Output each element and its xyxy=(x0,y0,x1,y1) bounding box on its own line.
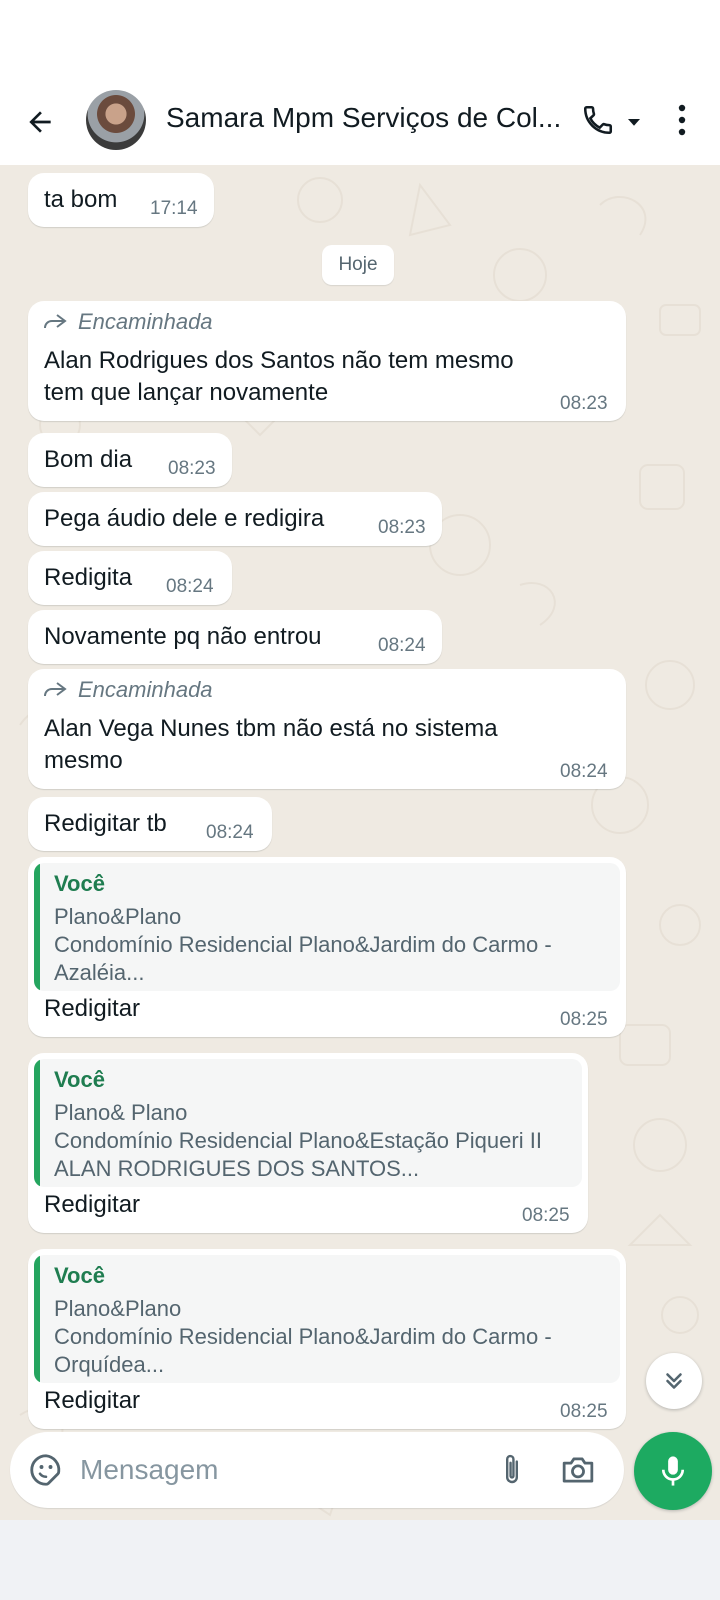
paperclip-icon xyxy=(506,1454,519,1484)
status-bar-area xyxy=(0,0,720,80)
reply-message-bubble[interactable]: Você Plano& Plano Condomínio Residencial… xyxy=(28,1053,588,1233)
message-bubble[interactable]: Bom dia 08:23 xyxy=(28,433,232,487)
message-text: Redigitar xyxy=(44,995,141,1022)
avatar[interactable] xyxy=(86,90,146,150)
quote-author: Você xyxy=(54,871,105,896)
date-separator: Hoje xyxy=(322,245,394,285)
message-time: 08:24 xyxy=(166,576,214,597)
quote-line: Plano&Plano xyxy=(54,904,182,929)
message-bubble[interactable]: Encaminhada Alan Rodrigues dos Santos nã… xyxy=(28,301,626,421)
emoji-button[interactable] xyxy=(24,1448,68,1492)
message-text: Novamente pq não entrou xyxy=(44,623,322,650)
quote-line: Plano&Plano xyxy=(54,1296,182,1321)
attach-button[interactable] xyxy=(490,1448,534,1492)
message-bubble[interactable]: Redigitar tb 08:24 xyxy=(28,797,272,851)
quote-bar xyxy=(34,863,40,991)
voice-call-button[interactable] xyxy=(576,98,620,142)
camera-button[interactable] xyxy=(556,1448,600,1492)
quote-line: Orquídea... xyxy=(54,1352,165,1377)
message-list[interactable]: ta bom 17:14 Hoje Encaminhada Alan Rodri… xyxy=(0,165,720,1520)
message-text: Alan Vega Nunes tbm não está no sistema … xyxy=(44,713,498,777)
quote-line: ALAN RODRIGUES DOS SANTOS... xyxy=(54,1156,420,1181)
call-options-button[interactable] xyxy=(622,110,646,134)
message-text: Redigitar xyxy=(44,1191,141,1218)
message-input[interactable] xyxy=(80,1446,460,1494)
forwarded-text: Encaminhada xyxy=(78,309,213,334)
message-text: Redigita xyxy=(44,564,133,591)
quote-line: Plano& Plano xyxy=(54,1100,188,1125)
message-time: 08:24 xyxy=(378,635,426,656)
quote-author: Você xyxy=(54,1067,105,1092)
message-time: 08:23 xyxy=(560,393,608,414)
message-text: Bom dia xyxy=(44,446,133,473)
message-time: 17:14 xyxy=(150,198,198,219)
message-line: mesmo xyxy=(44,747,123,774)
message-line: tem que lançar novamente xyxy=(44,379,329,406)
message-time: 08:24 xyxy=(560,761,608,782)
message-composer xyxy=(10,1432,624,1508)
quote-line: Condomínio Residencial Plano&Estação Piq… xyxy=(54,1128,542,1153)
double-chevron-down-icon xyxy=(666,1373,682,1389)
message-bubble[interactable]: ta bom 17:14 xyxy=(28,173,214,227)
forward-icon xyxy=(44,314,67,329)
more-options-button[interactable] xyxy=(664,98,700,142)
forwarded-label: Encaminhada xyxy=(42,677,213,703)
message-bubble[interactable]: Pega áudio dele e redigira 08:23 xyxy=(28,492,442,546)
message-line: Alan Rodrigues dos Santos não tem mesmo xyxy=(44,347,514,374)
message-time: 08:23 xyxy=(168,458,216,479)
camera-icon xyxy=(562,1457,594,1483)
quote-bar xyxy=(34,1255,40,1383)
voice-message-button[interactable] xyxy=(634,1432,712,1510)
message-time: 08:24 xyxy=(206,822,254,843)
quoted-message[interactable]: Você Plano& Plano Condomínio Residencial… xyxy=(34,1059,582,1187)
forwarded-text: Encaminhada xyxy=(78,677,213,702)
message-text: ta bom xyxy=(44,186,118,213)
arrow-left-icon xyxy=(29,111,51,133)
quote-bar xyxy=(34,1059,40,1187)
chat-header: Samara Mpm Serviços de Col... xyxy=(0,80,720,165)
message-line: Alan Vega Nunes tbm não está no sistema xyxy=(44,715,498,742)
navigation-bar-area xyxy=(0,1520,720,1600)
quote-author: Você xyxy=(54,1263,105,1288)
message-time: 08:25 xyxy=(560,1009,608,1030)
message-bubble[interactable]: Novamente pq não entrou 08:24 xyxy=(28,610,442,664)
message-time: 08:25 xyxy=(522,1205,570,1226)
scroll-to-bottom-button[interactable] xyxy=(646,1353,702,1409)
contact-name[interactable]: Samara Mpm Serviços de Col... xyxy=(166,102,566,134)
caret-down-icon xyxy=(628,119,640,126)
forwarded-label: Encaminhada xyxy=(42,309,213,335)
quoted-message[interactable]: Você Plano&Plano Condomínio Residencial … xyxy=(34,863,620,991)
message-text: Redigitar xyxy=(44,1387,141,1414)
reply-message-bubble[interactable]: Você Plano&Plano Condomínio Residencial … xyxy=(28,857,626,1037)
quote-line: Condomínio Residencial Plano&Jardim do C… xyxy=(54,932,552,957)
microphone-icon xyxy=(661,1456,685,1486)
quote-line: Azaléia... xyxy=(54,960,145,985)
quote-line: Condomínio Residencial Plano&Jardim do C… xyxy=(54,1324,552,1349)
more-vertical-icon xyxy=(678,104,686,136)
back-button[interactable] xyxy=(18,100,62,144)
phone-icon xyxy=(583,105,613,135)
quoted-message[interactable]: Você Plano&Plano Condomínio Residencial … xyxy=(34,1255,620,1383)
message-time: 08:23 xyxy=(378,517,426,538)
message-time: 08:25 xyxy=(560,1401,608,1422)
message-bubble[interactable]: Encaminhada Alan Vega Nunes tbm não está… xyxy=(28,669,626,789)
message-text: Redigitar tb xyxy=(44,810,167,837)
sticker-emoji-icon xyxy=(30,1454,61,1486)
message-bubble[interactable]: Redigita 08:24 xyxy=(28,551,232,605)
forward-icon xyxy=(44,682,67,697)
message-text: Alan Rodrigues dos Santos não tem mesmo … xyxy=(44,345,514,409)
message-text: Pega áudio dele e redigira xyxy=(44,505,325,532)
reply-message-bubble[interactable]: Você Plano&Plano Condomínio Residencial … xyxy=(28,1249,626,1429)
